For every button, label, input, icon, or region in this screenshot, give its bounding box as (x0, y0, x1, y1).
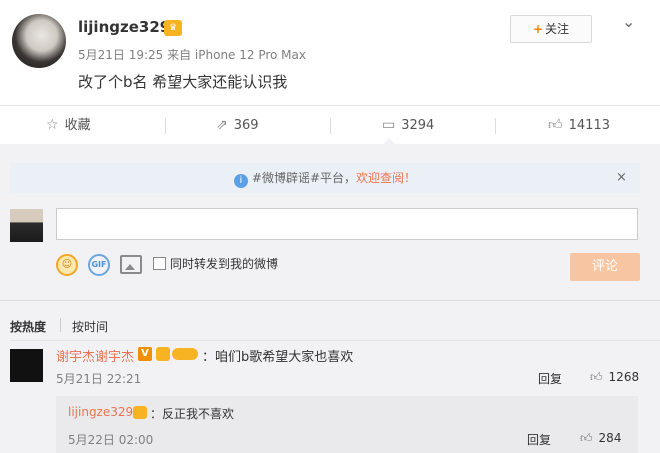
my-avatar (10, 209, 43, 242)
repost-label: 同时转发到我的微博 (170, 257, 279, 271)
repost-checkbox[interactable] (153, 257, 166, 270)
reply-like-button[interactable]: 👍︎ 284 (580, 431, 621, 446)
comment-reply-button[interactable]: 回复 (538, 370, 562, 387)
thumbs-up-icon: 👍︎ (548, 117, 563, 133)
commenter-name[interactable]: 谢宇杰谢宇杰 (56, 346, 134, 365)
notice-text: #微博辟谣#平台， (251, 171, 357, 185)
divider (165, 118, 166, 134)
image-icon[interactable] (120, 255, 142, 274)
divider (495, 118, 496, 134)
sort-by-hot-tab[interactable]: 按热度 (10, 318, 46, 335)
like-count: 14113 (568, 118, 610, 133)
reply-text: ：反正我不喜欢 (150, 407, 235, 421)
notice-link[interactable]: 欢迎查阅！ (356, 171, 416, 185)
commenter-avatar[interactable] (10, 349, 43, 382)
close-icon[interactable]: × (616, 170, 627, 185)
chevron-down-icon[interactable]: ⌄ (622, 12, 635, 31)
repost-button[interactable]: ⇗ 369 (216, 106, 259, 144)
sort-by-time-tab[interactable]: 按时间 (72, 318, 108, 335)
emoji-icon[interactable]: ☺ (56, 254, 78, 276)
reply-author-name[interactable]: lijingze329 (68, 405, 133, 419)
divider (60, 318, 61, 332)
vip-badge-icon (156, 347, 170, 361)
rumor-notice: i #微博辟谣#平台，欢迎查阅！ (10, 163, 640, 193)
plus-icon: + (532, 22, 544, 36)
follow-button[interactable]: + 关注 (510, 15, 592, 43)
thumbs-up-icon: 👍︎ (580, 431, 593, 445)
repost-count: 369 (233, 118, 259, 133)
reply-reply-button[interactable]: 回复 (527, 431, 551, 448)
favorite-button[interactable]: ☆ 收藏 (46, 106, 91, 144)
thumbs-up-icon: 👍︎ (590, 370, 603, 384)
favorite-label: 收藏 (64, 118, 91, 133)
gif-icon[interactable]: GIF (88, 254, 110, 276)
follow-label: 关注 (545, 22, 570, 36)
info-icon: i (233, 174, 248, 188)
reply-time: 5月22日 02:00 (68, 433, 154, 447)
author-username[interactable]: lijingze329 (78, 18, 170, 36)
post-action-bar: ☆ 收藏 ⇗ 369 ▭ 3294 👍︎ 14113 (0, 105, 660, 144)
share-icon: ⇗ (216, 117, 228, 133)
author-avatar[interactable] (12, 14, 66, 68)
star-icon: ☆ (46, 117, 59, 133)
verified-icon: V (138, 347, 152, 361)
vip-badge-icon: ♛ (164, 20, 182, 36)
like-button[interactable]: 👍︎ 14113 (548, 106, 610, 144)
panel-pointer (382, 138, 396, 145)
divider (0, 300, 660, 301)
reply-like-count: 284 (598, 431, 622, 445)
vip-badge-icon (133, 406, 147, 419)
comment-like-button[interactable]: 👍︎ 1268 (590, 370, 639, 385)
divider (330, 118, 331, 134)
post-text: 改了个b名 希望大家还能认识我 (78, 73, 288, 91)
comment-text: ：咱们b歌希望大家也喜欢 (202, 350, 354, 365)
divider (10, 340, 660, 341)
comment-time: 5月21日 22:21 (56, 372, 142, 386)
comment-count: 3294 (401, 118, 435, 133)
comment-input[interactable] (56, 208, 638, 240)
post-meta: 5月21日 19:25 来自 iPhone 12 Pro Max (78, 48, 306, 62)
submit-comment-button[interactable]: 评论 (570, 253, 640, 281)
fan-badge-icon (172, 348, 198, 360)
comment-like-count: 1268 (608, 370, 640, 384)
